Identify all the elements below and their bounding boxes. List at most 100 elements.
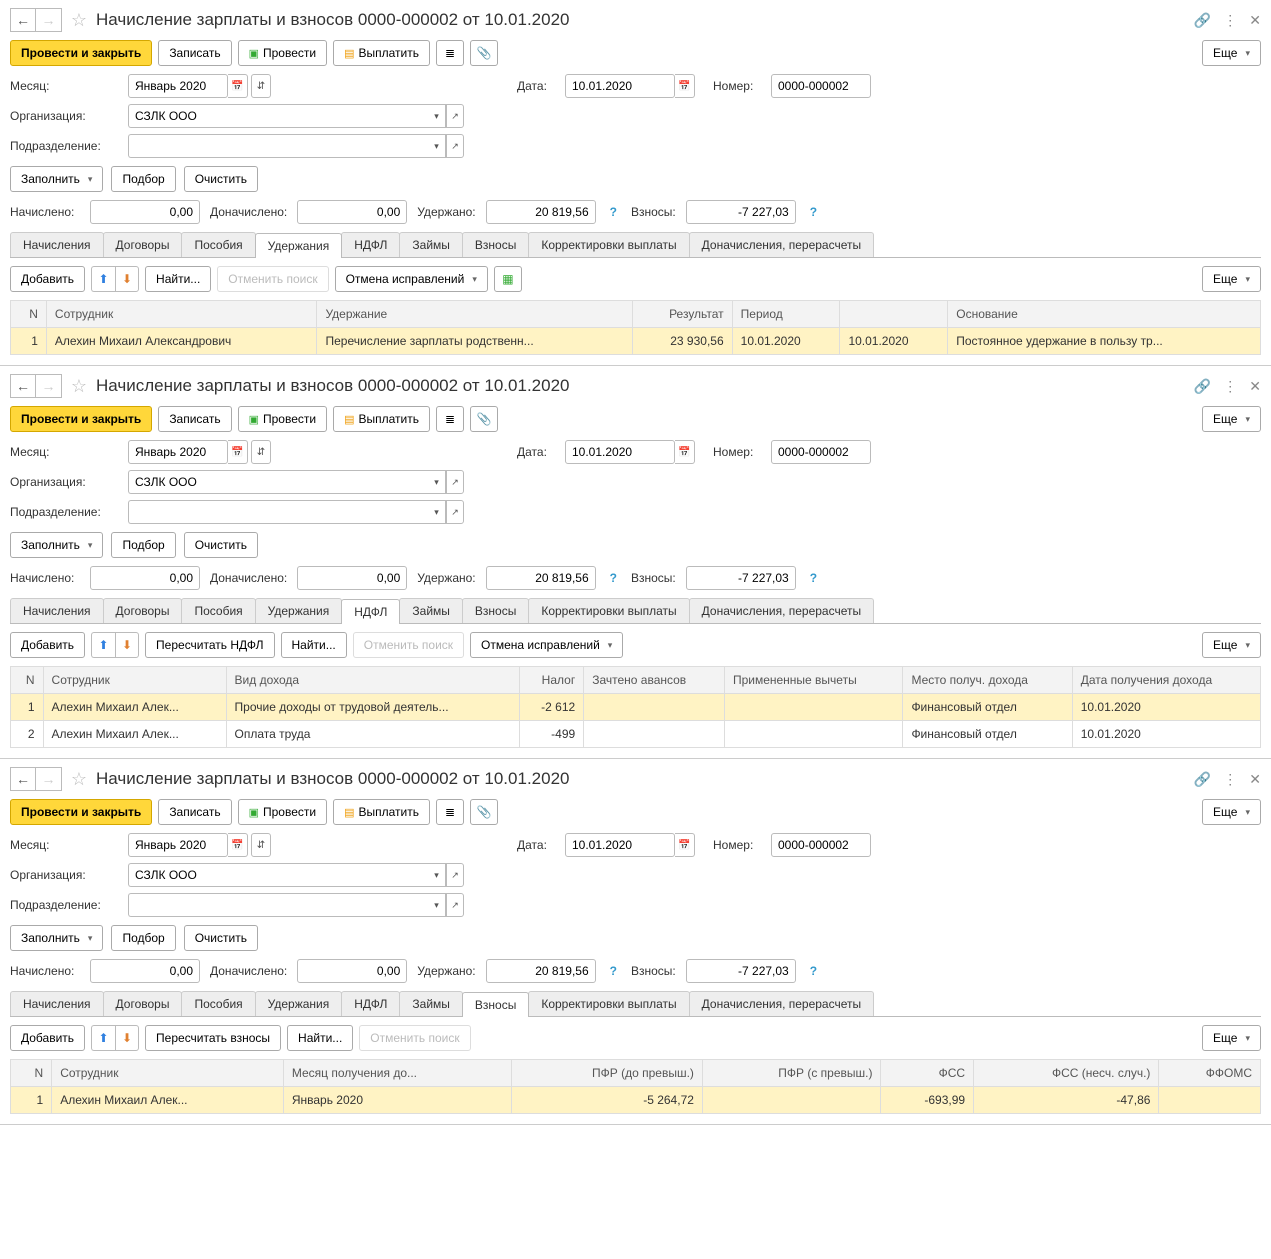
show-details-button[interactable]: ▦: [494, 266, 522, 292]
more-button[interactable]: Еще: [1202, 632, 1261, 658]
attach-button[interactable]: 📎: [470, 799, 498, 825]
more-button[interactable]: Еще: [1202, 799, 1261, 825]
report-button[interactable]: ≣: [436, 799, 464, 825]
tab-Начисления[interactable]: Начисления: [10, 991, 104, 1016]
month-stepper[interactable]: ⇵: [251, 440, 271, 464]
extra-value[interactable]: [297, 566, 407, 590]
dropdown-icon[interactable]: ▾: [428, 863, 446, 887]
tab-НДФЛ[interactable]: НДФЛ: [341, 991, 400, 1016]
extra-value[interactable]: [297, 200, 407, 224]
pay-button[interactable]: ▤Выплатить: [333, 40, 430, 66]
more-button[interactable]: Еще: [1202, 266, 1261, 292]
col-header[interactable]: Месяц получения до...: [283, 1060, 511, 1087]
favorite-star-icon[interactable]: ☆: [68, 9, 90, 31]
open-ref-icon[interactable]: ↗: [446, 104, 464, 128]
favorite-star-icon[interactable]: ☆: [68, 375, 90, 397]
post-and-close-button[interactable]: Провести и закрыть: [10, 406, 152, 432]
cancel-search-button[interactable]: Отменить поиск: [353, 632, 464, 658]
attach-button[interactable]: 📎: [470, 40, 498, 66]
help-icon[interactable]: ?: [606, 964, 621, 978]
tab-НДФЛ[interactable]: НДФЛ: [341, 232, 400, 257]
month-input[interactable]: [128, 440, 228, 464]
tab-Договоры[interactable]: Договоры: [103, 991, 183, 1016]
col-header[interactable]: N: [11, 301, 47, 328]
link-icon[interactable]: 🔗: [1194, 771, 1211, 788]
save-button[interactable]: Записать: [158, 406, 231, 432]
open-ref-icon[interactable]: ↗: [446, 470, 464, 494]
fill-button[interactable]: Заполнить: [10, 532, 103, 558]
col-header[interactable]: Зачтено авансов: [584, 667, 725, 694]
tab-Договоры[interactable]: Договоры: [103, 598, 183, 623]
withholdings-table[interactable]: NСотрудникУдержаниеРезультатПериодОснова…: [10, 300, 1261, 355]
contrib-value[interactable]: [686, 566, 796, 590]
clear-button[interactable]: Очистить: [184, 532, 258, 558]
calendar-icon[interactable]: 📅: [228, 440, 248, 464]
date-input[interactable]: [565, 440, 675, 464]
pay-button[interactable]: ▤Выплатить: [333, 406, 430, 432]
withheld-value[interactable]: [486, 566, 596, 590]
cancel-search-button[interactable]: Отменить поиск: [359, 1025, 470, 1051]
withheld-value[interactable]: [486, 959, 596, 983]
dept-input[interactable]: [128, 500, 428, 524]
kebab-menu-icon[interactable]: ⋮: [1223, 771, 1237, 788]
add-button[interactable]: Добавить: [10, 266, 85, 292]
col-header[interactable]: Примененные вычеты: [724, 667, 903, 694]
number-input[interactable]: [771, 833, 871, 857]
col-header[interactable]: Сотрудник: [52, 1060, 284, 1087]
col-header[interactable]: ФФОМС: [1159, 1060, 1261, 1087]
cancel-fix-button[interactable]: Отмена исправлений: [335, 266, 488, 292]
dropdown-icon[interactable]: ▾: [428, 500, 446, 524]
col-header[interactable]: Место получ. дохода: [903, 667, 1072, 694]
nav-back-button[interactable]: ←: [10, 767, 36, 791]
number-input[interactable]: [771, 74, 871, 98]
tab-Удержания[interactable]: Удержания: [255, 598, 343, 623]
date-input[interactable]: [565, 833, 675, 857]
calendar-icon[interactable]: 📅: [675, 74, 695, 98]
link-icon[interactable]: 🔗: [1194, 12, 1211, 29]
tab-Взносы[interactable]: Взносы: [462, 232, 529, 257]
org-input[interactable]: [128, 104, 428, 128]
col-header[interactable]: Дата получения дохода: [1072, 667, 1260, 694]
tab-Начисления[interactable]: Начисления: [10, 598, 104, 623]
clear-button[interactable]: Очистить: [184, 925, 258, 951]
more-button[interactable]: Еще: [1202, 406, 1261, 432]
contrib-value[interactable]: [686, 959, 796, 983]
dropdown-icon[interactable]: ▾: [428, 893, 446, 917]
table-row[interactable]: 1Алехин Михаил Алек...Январь 2020-5 264,…: [11, 1087, 1261, 1114]
open-ref-icon[interactable]: ↗: [446, 134, 464, 158]
post-button[interactable]: ▣Провести: [238, 406, 328, 432]
pay-button[interactable]: ▤Выплатить: [333, 799, 430, 825]
col-header[interactable]: Удержание: [317, 301, 632, 328]
col-header[interactable]: ПФР (с превыш.): [702, 1060, 881, 1087]
ndfl-table[interactable]: NСотрудникВид доходаНалогЗачтено авансов…: [10, 666, 1261, 748]
dropdown-icon[interactable]: ▾: [428, 134, 446, 158]
tab-Займы[interactable]: Займы: [399, 598, 463, 623]
calendar-icon[interactable]: 📅: [228, 833, 248, 857]
tab-Взносы[interactable]: Взносы: [462, 598, 529, 623]
tab-Доначисления, перерасчеты[interactable]: Доначисления, перерасчеты: [689, 991, 874, 1016]
contrib-value[interactable]: [686, 200, 796, 224]
dropdown-icon[interactable]: ▾: [428, 104, 446, 128]
tab-Договоры[interactable]: Договоры: [103, 232, 183, 257]
tab-Пособия[interactable]: Пособия: [181, 991, 255, 1016]
report-button[interactable]: ≣: [436, 40, 464, 66]
col-header[interactable]: N: [11, 1060, 52, 1087]
tab-Начисления[interactable]: Начисления: [10, 232, 104, 257]
attach-button[interactable]: 📎: [470, 406, 498, 432]
contrib-table[interactable]: NСотрудникМесяц получения до...ПФР (до п…: [10, 1059, 1261, 1114]
calendar-icon[interactable]: 📅: [675, 440, 695, 464]
table-row[interactable]: 2Алехин Михаил Алек...Оплата труда-499Фи…: [11, 721, 1261, 748]
pick-button[interactable]: Подбор: [111, 925, 175, 951]
find-button[interactable]: Найти...: [287, 1025, 353, 1051]
close-icon[interactable]: ✕: [1249, 771, 1261, 788]
help-icon[interactable]: ?: [806, 571, 821, 585]
table-row[interactable]: 1Алехин Михаил Алек...Прочие доходы от т…: [11, 694, 1261, 721]
save-button[interactable]: Записать: [158, 799, 231, 825]
org-input[interactable]: [128, 470, 428, 494]
calendar-icon[interactable]: 📅: [228, 74, 248, 98]
col-header[interactable]: ФСС: [881, 1060, 974, 1087]
close-icon[interactable]: ✕: [1249, 378, 1261, 395]
calendar-icon[interactable]: 📅: [675, 833, 695, 857]
help-icon[interactable]: ?: [606, 571, 621, 585]
clear-button[interactable]: Очистить: [184, 166, 258, 192]
